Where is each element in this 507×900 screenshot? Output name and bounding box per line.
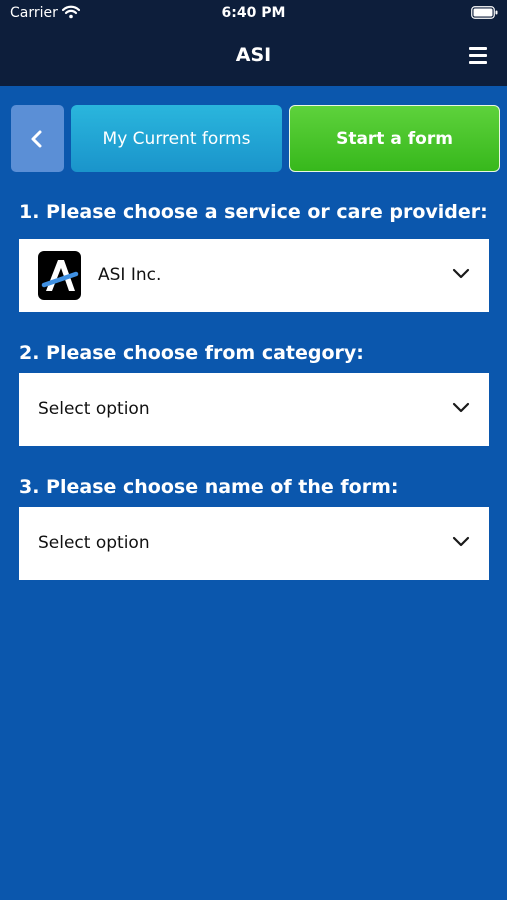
chevron-left-icon <box>31 130 42 148</box>
tab-my-current-forms-label: My Current forms <box>102 128 251 149</box>
form-name-select[interactable]: Select option <box>19 507 489 580</box>
tab-my-current-forms[interactable]: My Current forms <box>71 105 282 172</box>
nav-bar: ASI <box>0 28 507 86</box>
page-title: ASI <box>235 44 272 66</box>
form-name-select-value: Select option <box>38 533 150 553</box>
tab-start-a-form-label: Start a form <box>336 128 453 149</box>
battery-icon <box>471 6 498 19</box>
status-bar: Carrier 6:40 PM <box>0 0 507 28</box>
back-button[interactable] <box>11 105 64 172</box>
status-time: 6:40 PM <box>221 5 286 21</box>
category-select[interactable]: Select option <box>19 373 489 446</box>
provider-select[interactable]: ASI Inc. <box>19 239 489 312</box>
provider-question-label: 1. Please choose a service or care provi… <box>19 201 488 223</box>
form-name-question-label: 3. Please choose name of the form: <box>19 476 399 498</box>
chevron-down-icon <box>452 402 470 413</box>
hamburger-menu-icon[interactable] <box>469 47 487 64</box>
provider-select-value: ASI Inc. <box>98 265 162 285</box>
chevron-down-icon <box>452 536 470 547</box>
asi-logo <box>38 251 81 300</box>
chevron-down-icon <box>452 268 470 279</box>
category-select-value: Select option <box>38 399 150 419</box>
tab-start-a-form[interactable]: Start a form <box>289 105 500 172</box>
category-question-label: 2. Please choose from category: <box>19 342 364 364</box>
